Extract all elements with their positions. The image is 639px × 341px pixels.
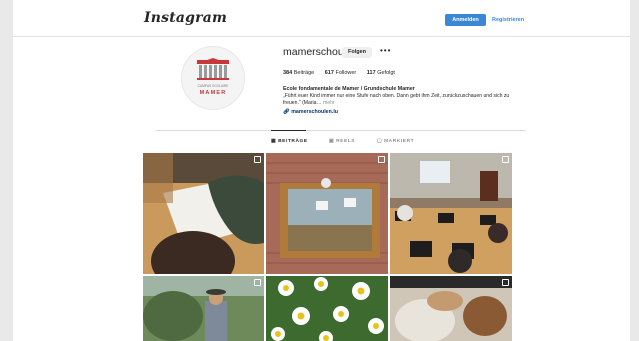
multi-post-icon [502, 279, 509, 286]
logo-line2: MAMER [200, 90, 227, 96]
profile-full-name: Ecole fondamentale de Mamer / Grundschul… [283, 86, 415, 92]
post-tile-6[interactable] [390, 276, 512, 341]
post-tile-2[interactable] [266, 153, 388, 274]
login-button[interactable]: Anmelden [445, 14, 486, 26]
instagram-page: Instagram Anmelden Registrieren CAMPUS S… [13, 0, 630, 341]
profile-username: mamerschoul [283, 46, 347, 58]
tag-icon: ▢ [377, 139, 383, 144]
logo-line1: CAMPUS SCOLAIRE [198, 84, 229, 88]
active-tab-indicator [271, 130, 306, 131]
tab-reels[interactable]: ▣ REELS [329, 139, 355, 144]
post-tile-5[interactable] [266, 276, 388, 341]
ellipsis-icon[interactable]: ••• [380, 46, 391, 56]
instagram-logo[interactable]: Instagram [144, 10, 227, 26]
signup-link[interactable]: Registrieren [492, 14, 524, 26]
post-tile-4[interactable] [143, 276, 264, 341]
follow-button[interactable]: Folgen [342, 47, 372, 58]
tabs-divider [156, 130, 526, 131]
school-logo-icon: CAMPUS SCOLAIRE MAMER [196, 58, 230, 96]
tab-posts[interactable]: ▦ BEITRÄGE [271, 139, 308, 144]
profile-bio: „Führt euer Kind immer nur eine Stufe na… [283, 93, 528, 107]
reels-icon: ▣ [329, 139, 335, 144]
grid-icon: ▦ [271, 139, 277, 144]
post-tile-1[interactable] [143, 153, 264, 274]
following-stat[interactable]: 117 Gefolgt [367, 70, 395, 76]
tab-tagged[interactable]: ▢ MARKIERT [377, 139, 414, 144]
profile-avatar[interactable]: CAMPUS SCOLAIRE MAMER [181, 46, 245, 110]
multi-post-icon [378, 156, 385, 163]
multi-post-icon [502, 156, 509, 163]
link-icon: 🔗︎ [283, 109, 290, 115]
profile-website-link[interactable]: 🔗︎ mamerschoulen.lu [283, 109, 338, 115]
bio-more-link[interactable]: mehr [323, 100, 335, 106]
bio-text: „Führt euer Kind immer nur eine Stufe na… [283, 93, 510, 106]
posts-stat: 384 Beiträge [283, 70, 315, 76]
post-tile-3[interactable] [390, 153, 512, 274]
multi-post-icon [254, 156, 261, 163]
top-navigation-bar: Instagram Anmelden Registrieren [13, 0, 630, 37]
followers-stat[interactable]: 617 Follower [325, 70, 357, 76]
multi-post-icon [254, 279, 261, 286]
profile-stats: 384 Beiträge 617 Follower 117 Gefolgt [283, 70, 404, 76]
website-text: mamerschoulen.lu [291, 109, 339, 115]
